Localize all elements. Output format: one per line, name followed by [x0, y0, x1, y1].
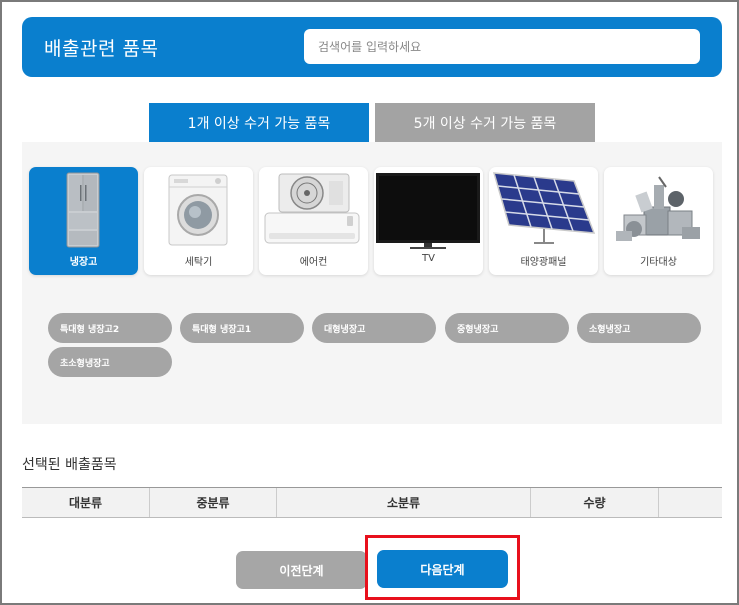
tv-icon	[376, 173, 480, 249]
page-frame: 배출관련 품목 1개 이상 수거 가능 품목 5개 이상 수거 가능 품목 냉장…	[0, 0, 739, 605]
header-bar: 배출관련 품목	[22, 17, 722, 77]
category-label: TV	[422, 253, 435, 264]
column-header: 대분류	[22, 488, 150, 517]
search-input[interactable]	[304, 29, 700, 64]
subcategory-pill[interactable]: 대형냉장고	[312, 313, 436, 343]
page-title: 배출관련 품목	[44, 38, 159, 60]
category-label: 냉장고	[69, 257, 98, 268]
selected-items-title: 선택된 배출품목	[22, 457, 117, 473]
washing-machine-icon	[168, 174, 228, 246]
column-header: 중분류	[150, 488, 277, 517]
category-panel: 냉장고 세탁기 에어컨 TV 태양광패널 기타대상 특대형 냉장고2 특대형 냉…	[22, 142, 722, 424]
category-label: 기타대상	[640, 257, 677, 268]
category-label: 태양광패널	[520, 257, 567, 268]
next-step-button[interactable]: 다음단계	[377, 550, 508, 588]
misc-appliances-icon	[616, 176, 700, 241]
category-misc[interactable]: 기타대상	[604, 167, 713, 275]
category-label: 세탁기	[184, 257, 213, 268]
category-solar-panel[interactable]: 태양광패널	[489, 167, 598, 275]
subcategory-pill[interactable]: 초소형냉장고	[48, 347, 172, 377]
category-label: 에어컨	[299, 257, 328, 268]
subcategory-pill[interactable]: 소형냉장고	[577, 313, 701, 343]
column-header: 소분류	[277, 488, 531, 517]
column-header	[659, 488, 722, 517]
category-refrigerator[interactable]: 냉장고	[29, 167, 138, 275]
refrigerator-icon	[66, 172, 100, 248]
category-washing-machine[interactable]: 세탁기	[144, 167, 253, 275]
subcategory-pill[interactable]: 특대형 냉장고1	[180, 313, 304, 343]
category-air-conditioner[interactable]: 에어컨	[259, 167, 368, 275]
air-conditioner-icon	[264, 173, 360, 244]
category-tv[interactable]: TV	[374, 167, 483, 275]
tab-1-or-more[interactable]: 1개 이상 수거 가능 품목	[149, 103, 369, 142]
tab-5-or-more[interactable]: 5개 이상 수거 가능 품목	[375, 103, 595, 142]
column-header: 수량	[531, 488, 659, 517]
solar-panel-icon	[492, 172, 596, 244]
subcategory-pill[interactable]: 중형냉장고	[445, 313, 569, 343]
subcategory-pill[interactable]: 특대형 냉장고2	[48, 313, 172, 343]
prev-step-button[interactable]: 이전단계	[236, 551, 367, 589]
selected-items-table-header: 대분류 중분류 소분류 수량	[22, 487, 722, 518]
